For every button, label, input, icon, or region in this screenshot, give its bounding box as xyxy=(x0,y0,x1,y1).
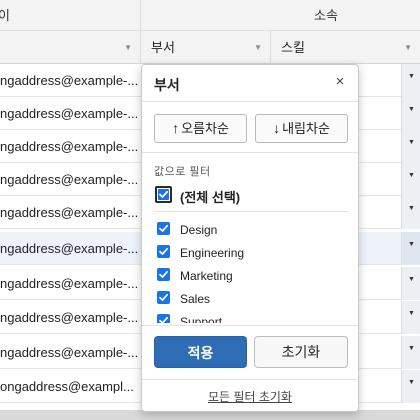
email-cell[interactable]: ngaddress@example-... xyxy=(0,267,138,300)
caret-down-icon[interactable]: ▼ xyxy=(124,31,132,64)
group-header-row: 이 소속 xyxy=(0,0,420,31)
column-header-email[interactable]: ▼ xyxy=(0,31,141,64)
email-cell[interactable]: ngaddress@example-... xyxy=(0,232,138,265)
email-cell[interactable]: ngaddress@example-... xyxy=(0,196,138,229)
close-icon[interactable]: × xyxy=(332,73,348,91)
caret-down-icon[interactable]: ▼ xyxy=(408,106,415,113)
reset-button[interactable]: 초기화 xyxy=(254,336,348,368)
email-cell[interactable]: ngaddress@example-... xyxy=(0,301,138,334)
email-cell[interactable]: ngaddress@example-... xyxy=(0,163,138,196)
row-dropdown-cell[interactable]: ▼ xyxy=(401,336,420,369)
filter-options-list[interactable]: Design Engineering Marketing Sales Suppo… xyxy=(142,215,358,323)
sort-ascending-button[interactable]: ↑ 오름차순 xyxy=(154,114,247,143)
caret-down-icon[interactable]: ▼ xyxy=(408,379,415,386)
popup-header: 부서 × xyxy=(142,65,358,102)
email-cell[interactable]: ngaddress@example-... xyxy=(0,130,138,163)
filter-option-label: Sales xyxy=(180,292,211,306)
select-all-label: (전체 선택) xyxy=(180,190,241,205)
group-divider xyxy=(140,0,141,31)
caret-down-icon[interactable]: ▼ xyxy=(404,31,412,64)
caret-down-icon[interactable]: ▼ xyxy=(408,345,415,352)
caret-down-icon[interactable]: ▼ xyxy=(408,241,415,248)
column-header-label: 스킬 xyxy=(281,40,305,55)
filter-option-support[interactable]: Support xyxy=(156,311,346,323)
divider xyxy=(142,152,358,153)
popup-title: 부서 xyxy=(154,77,180,93)
row-dropdown-cell[interactable]: ▼ xyxy=(401,301,420,334)
column-header-label: 부서 xyxy=(151,40,175,55)
sort-descending-button[interactable]: ↓ 내림차순 xyxy=(255,114,348,143)
sort-ascending-label: 오름차순 xyxy=(181,121,229,136)
divider xyxy=(142,379,358,380)
checkbox-checked-icon[interactable] xyxy=(155,186,172,203)
row-dropdown-cell[interactable]: ▼ xyxy=(401,267,420,300)
filter-option-marketing[interactable]: Marketing xyxy=(156,265,346,287)
checkbox-checked-icon[interactable] xyxy=(157,245,170,258)
caret-down-icon[interactable]: ▼ xyxy=(408,276,415,283)
arrow-up-icon: ↑ xyxy=(172,120,180,136)
checkbox-checked-icon[interactable] xyxy=(157,291,170,304)
clear-all-filters-link[interactable]: 모든 필터 초기화 xyxy=(142,388,358,405)
group-header-left: 이 xyxy=(0,8,10,23)
filter-option-design[interactable]: Design xyxy=(156,219,346,241)
email-cell[interactable]: ngaddress@example-... xyxy=(0,64,138,97)
caret-down-icon[interactable]: ▼ xyxy=(408,205,415,212)
column-header-skill[interactable]: 스킬 ▼ xyxy=(271,31,420,64)
email-cell[interactable]: ngaddress@example-... xyxy=(0,336,138,369)
row-dropdown-cell[interactable]: ▼ xyxy=(401,196,420,229)
column-header-department[interactable]: 부서 ▼ xyxy=(141,31,271,64)
row-dropdown-cell[interactable]: ▼ xyxy=(401,97,420,130)
arrow-down-icon: ↓ xyxy=(273,120,281,136)
row-dropdown-cell[interactable]: ▼ xyxy=(401,64,420,97)
row-dropdown-cell[interactable]: ▼ xyxy=(401,163,420,196)
column-filter-popup: 부서 × ↑ 오름차순 ↓ 내림차순 값으로 필터 (전체 선택) Design E… xyxy=(141,64,359,412)
checkbox-checked-icon[interactable] xyxy=(157,268,170,281)
caret-down-icon[interactable]: ▼ xyxy=(408,73,415,80)
sort-descending-label: 내림차순 xyxy=(282,121,330,136)
caret-down-icon[interactable]: ▼ xyxy=(254,31,262,64)
select-all-checkbox[interactable]: (전체 선택) xyxy=(154,184,344,208)
divider xyxy=(154,211,348,212)
email-cell[interactable]: ongaddress@exampl... xyxy=(0,370,138,403)
column-header-row: ▼ 부서 ▼ 스킬 ▼ xyxy=(0,31,420,64)
filter-option-label: Support xyxy=(180,315,223,323)
checkbox-checked-icon[interactable] xyxy=(157,314,170,323)
filter-option-label: Marketing xyxy=(180,269,233,283)
divider xyxy=(142,325,358,326)
filter-option-label: Engineering xyxy=(180,246,245,260)
caret-down-icon[interactable]: ▼ xyxy=(408,172,415,179)
group-header-affiliation: 소속 xyxy=(314,8,338,23)
row-dropdown-cell[interactable]: ▼ xyxy=(401,370,420,403)
apply-button[interactable]: 적용 xyxy=(154,336,247,368)
checkbox-checked-icon[interactable] xyxy=(157,222,170,235)
filter-option-engineering[interactable]: Engineering xyxy=(156,242,346,264)
filter-by-value-label: 값으로 필터 xyxy=(154,166,211,178)
row-dropdown-cell[interactable]: ▼ xyxy=(401,130,420,163)
email-cell[interactable]: ngaddress@example-... xyxy=(0,97,138,130)
filter-option-label: Design xyxy=(180,223,218,237)
filter-option-sales[interactable]: Sales xyxy=(156,288,346,310)
row-dropdown-cell[interactable]: ▼ xyxy=(401,232,420,265)
caret-down-icon[interactable]: ▼ xyxy=(408,139,415,146)
caret-down-icon[interactable]: ▼ xyxy=(408,310,415,317)
